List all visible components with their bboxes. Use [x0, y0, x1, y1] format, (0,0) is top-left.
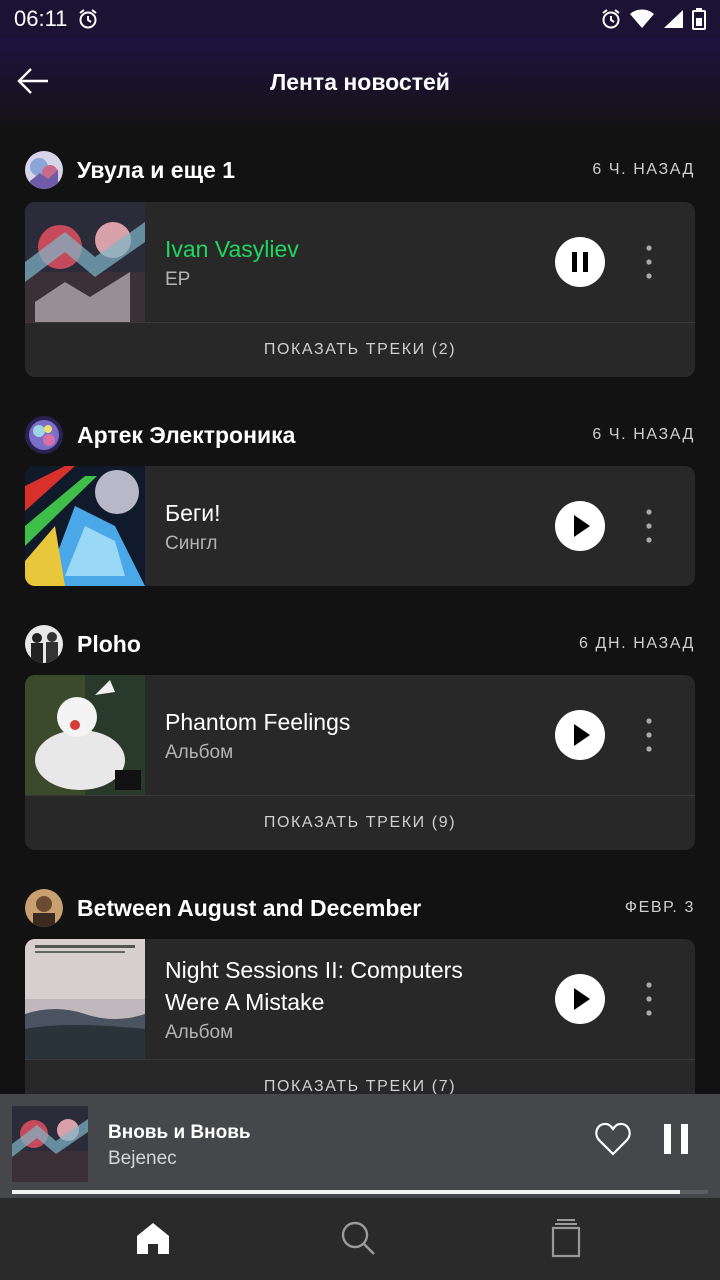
release-type: EP [165, 269, 191, 290]
pause-button[interactable] [555, 237, 605, 287]
avatar[interactable] [25, 416, 63, 454]
more-options-button[interactable] [637, 979, 661, 1019]
feed-group-header: Увула и еще 1 6 Ч. НАЗАД [25, 150, 695, 190]
show-tracks-button[interactable]: ПОКАЗАТЬ ТРЕКИ (9) [25, 795, 695, 850]
more-vert-icon [646, 245, 652, 279]
feed-group-header: Ploho 6 ДН. НАЗАД [25, 624, 695, 664]
release-card[interactable]: Night Sessions II: Computers Were A Mist… [25, 939, 695, 1094]
status-icons [600, 8, 706, 30]
play-icon [574, 515, 590, 537]
bottom-nav [0, 1198, 720, 1280]
status-time: 06:11 [14, 6, 68, 31]
progress-bar[interactable] [12, 1190, 708, 1194]
feed-group-header: Between August and December ФЕВР. 3 [25, 888, 695, 928]
battery-icon [692, 8, 706, 30]
group-time: ФЕВР. 3 [624, 899, 695, 916]
more-vert-icon [646, 718, 652, 752]
like-heart-icon[interactable] [594, 1121, 632, 1157]
play-icon [574, 724, 590, 746]
feed-group-header: Артек Электроника 6 Ч. НАЗАД [25, 415, 695, 455]
progress-fill [12, 1190, 681, 1194]
now-playing-title: Вновь и Вновь [108, 1122, 251, 1143]
more-vert-icon [646, 982, 652, 1016]
search-icon[interactable] [338, 1218, 378, 1258]
alarm-icon [602, 9, 620, 29]
release-card[interactable]: Phantom Feelings Альбом ПОКАЗАТЬ ТРЕКИ (… [25, 675, 695, 850]
more-options-button[interactable] [637, 242, 661, 282]
more-vert-icon [646, 509, 652, 543]
play-button[interactable] [555, 974, 605, 1024]
album-cover [25, 466, 145, 586]
avatar[interactable] [25, 625, 63, 663]
show-tracks-button[interactable]: ПОКАЗАТЬ ТРЕКИ (2) [25, 322, 695, 377]
now-playing-cover[interactable] [12, 1106, 88, 1182]
status-bar: 06:11 [0, 0, 720, 38]
mini-player[interactable]: Вновь и Вновь Bejenec [0, 1094, 720, 1198]
avatar[interactable] [25, 889, 63, 927]
pause-icon[interactable] [660, 1122, 692, 1156]
more-options-button[interactable] [637, 715, 661, 755]
release-title: Беги! [165, 500, 221, 526]
play-icon [574, 988, 590, 1010]
home-icon[interactable] [133, 1218, 173, 1258]
pause-icon [572, 252, 588, 272]
group-time: 6 Ч. НАЗАД [592, 426, 695, 443]
release-card[interactable]: Ivan Vasyliev EP ПОКАЗАТЬ ТРЕКИ (2) [25, 202, 695, 377]
wifi-icon [630, 9, 654, 28]
page-title: Лента новостей [270, 69, 450, 95]
release-type: Альбом [165, 742, 234, 763]
release-card[interactable]: Беги! Сингл [25, 466, 695, 586]
library-icon[interactable] [546, 1218, 586, 1258]
group-time: 6 Ч. НАЗАД [592, 161, 695, 178]
release-title: Phantom Feelings [165, 709, 351, 735]
header: Лента новостей [0, 38, 720, 130]
release-title-line: Night Sessions II: Computers [165, 957, 463, 983]
group-name[interactable]: Увула и еще 1 [77, 157, 235, 184]
group-time: 6 ДН. НАЗАД [579, 635, 695, 652]
signal-icon [664, 10, 683, 28]
play-button[interactable] [555, 501, 605, 551]
release-title: Ivan Vasyliev [165, 236, 299, 262]
release-title: Night Sessions II: Computers Were A Mist… [165, 954, 695, 1018]
play-button[interactable] [555, 710, 605, 760]
album-cover [25, 939, 145, 1059]
alarm-icon [79, 9, 98, 29]
show-tracks-button[interactable]: ПОКАЗАТЬ ТРЕКИ (7) [25, 1059, 695, 1094]
avatar[interactable] [25, 151, 63, 189]
release-type: Сингл [165, 533, 218, 554]
more-options-button[interactable] [637, 506, 661, 546]
album-cover [25, 202, 145, 322]
now-playing-artist: Bejenec [108, 1148, 177, 1169]
release-title-line: Were A Mistake [165, 989, 325, 1015]
album-cover [25, 675, 145, 795]
group-name[interactable]: Between August and December [77, 895, 421, 922]
group-name[interactable]: Артек Электроника [77, 422, 295, 449]
group-name[interactable]: Ploho [77, 631, 141, 658]
release-type: Альбом [165, 1022, 234, 1043]
